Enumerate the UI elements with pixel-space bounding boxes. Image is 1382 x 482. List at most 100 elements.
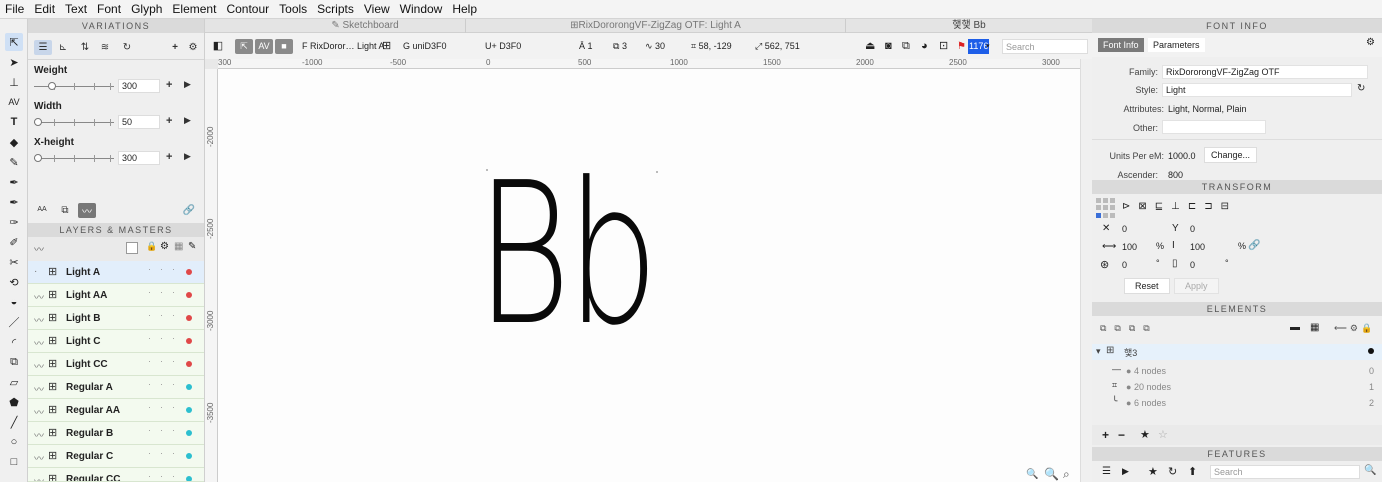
settings-gear-icon[interactable]: ⚙ [1366,37,1375,48]
layer-row[interactable]: 〰 ⊞ Light AA ··· [28,284,204,307]
features-star-icon[interactable]: ★ [1148,465,1158,478]
instance-mode-button[interactable]: AA [32,203,52,217]
layer-color-dot[interactable] [186,292,192,298]
zoom-fit-icon[interactable]: ⌕ [1063,467,1070,482]
sort-icon[interactable]: ⇅ [76,40,94,55]
features-search-input[interactable]: Search [1210,465,1360,479]
kern-mode-icon[interactable]: AV [255,39,273,54]
features-refresh-icon[interactable]: ↻ [1168,465,1177,478]
layers-stack-icon[interactable]: ≋ [96,40,114,55]
menu-contour[interactable]: Contour [221,2,274,16]
layer-color-dot[interactable] [186,338,192,344]
gear-icon[interactable]: ⚙ [160,241,169,252]
overlap-icon[interactable]: ⧉ [902,39,910,54]
layer-color-dot[interactable] [186,269,192,275]
width-slider-knob[interactable] [34,118,42,126]
layer-color-dot[interactable] [186,361,192,367]
element-row[interactable]: — ● 4 nodes 0 [1092,364,1382,380]
weight-slider[interactable] [34,81,114,91]
menu-font[interactable]: Font [92,2,126,16]
layer-color-dot[interactable] [186,315,192,321]
width-add-button[interactable]: + [166,115,172,127]
axes-mode-icon[interactable]: ☰ [34,40,52,55]
rotate-tool-icon[interactable]: ⟲ [5,273,23,291]
menu-help[interactable]: Help [447,2,482,16]
glyph-outline[interactable]: Bb [476,157,659,353]
pen-tool-icon[interactable]: ✒ [5,173,23,191]
weight-add-button[interactable]: + [166,79,172,91]
add-element-icon[interactable]: + [1102,428,1109,442]
weight-value-field[interactable]: 300 [118,79,160,93]
menu-element[interactable]: Element [167,2,221,16]
shape-tool-icon[interactable]: ⧉ [5,353,23,371]
x-height-slider-knob[interactable] [34,154,42,162]
origin-grid[interactable] [1096,198,1116,218]
features-list-icon[interactable]: ☰ [1102,466,1111,477]
change-upm-button[interactable]: Change... [1204,147,1258,163]
layer-row[interactable]: 〰 ⊞ Light CC ··· [28,353,204,376]
y-field[interactable]: 0 [1186,222,1222,236]
font-selector[interactable]: F RixDoror… Light A [302,39,385,54]
menu-glyph[interactable]: Glyph [126,2,167,16]
parallelogram-tool-icon[interactable]: ▱ [5,373,23,391]
menu-text[interactable]: Text [60,2,92,16]
preview-mode-icon[interactable]: ■ [275,39,293,54]
mask-icon[interactable]: ◕ [921,39,928,54]
weight-play-button[interactable]: ▶ [184,79,191,90]
style-refresh-icon[interactable]: ↻ [1357,83,1365,94]
wave-mode-icon[interactable]: 〰 [78,203,96,218]
align-buttons[interactable]: ⊳⊠⊑⊥⊏⊐⊟ [1122,201,1237,212]
scale-width-field[interactable]: 100 [1118,240,1150,254]
pen-icon[interactable]: ✎ [188,241,196,252]
stack-icon[interactable]: ⏏ [865,39,875,54]
element-grid-icon[interactable]: ▦ [1310,322,1319,333]
features-play-icon[interactable]: ▶ [1122,466,1129,477]
element-row[interactable]: ╰ ● 6 nodes 2 [1092,396,1382,412]
brush-tool-icon[interactable]: ✎ [5,153,23,171]
pen-convert-tool-icon[interactable]: ✐ [5,233,23,251]
layer-row[interactable]: 〰 ⊞ Regular CC ··· [28,468,204,482]
width-play-button[interactable]: ▶ [184,115,191,126]
element-ops-icons[interactable]: ⧉⧉⧉⧉ [1100,323,1158,334]
lock-icon[interactable]: 🔒 [146,241,157,252]
flag-icon[interactable]: ⚑ [957,39,966,54]
layer-frame-icon[interactable] [126,242,138,254]
layer-color-dot[interactable] [186,430,192,436]
glyph-canvas[interactable]: Bb 🔍 🔍 ⌕ [218,69,1080,482]
frame-icon[interactable]: ⊡ [939,39,948,54]
ellipse-tool-icon[interactable]: ○ [5,433,23,451]
tab-parameters[interactable]: Parameters [1148,38,1205,52]
rotate-field[interactable]: 0 [1118,258,1150,272]
glyph-name-field[interactable]: G uniD3F0 [403,39,447,54]
width-slider[interactable] [34,117,114,127]
canvas-scrollbar[interactable] [1080,59,1092,482]
eyedropper-tool-icon[interactable]: ╱ [5,413,23,431]
pen-add-tool-icon[interactable]: ✒ [5,193,23,211]
chevron-down-icon[interactable]: ▾ [986,39,990,54]
layer-row[interactable]: · ⊞ Light A ··· [28,261,204,284]
link-proportions-icon[interactable]: 🔗 [1248,240,1260,251]
sidebar-toggle-icon[interactable]: ◧ [211,39,225,54]
menu-view[interactable]: View [359,2,395,16]
menu-tools[interactable]: Tools [274,2,312,16]
layer-color-dot[interactable] [186,407,192,413]
tab-font-window[interactable]: ⊞RixDororongVF-ZigZag OTF: Light A [465,19,845,33]
tab-sketchboard[interactable]: ✎ Sketchboard [265,19,465,33]
contour-select-tool-icon[interactable]: ⇱ [5,33,23,51]
metrics-tool-icon[interactable]: ⊥ [5,73,23,91]
pen-remove-tool-icon[interactable]: ✑ [5,213,23,231]
toolbar-search-input[interactable]: Search [1002,39,1088,54]
add-axis-icon[interactable]: + [166,40,184,55]
settings-icon[interactable]: ⚙ [184,40,202,55]
scale-height-field[interactable]: 100 [1186,240,1222,254]
layer-row[interactable]: 〰 ⊞ Regular A ··· [28,376,204,399]
x-height-slider[interactable] [34,153,114,163]
menu-file[interactable]: File [0,2,29,16]
element-frame-icon[interactable]: ▬ [1290,322,1300,333]
scale-tool-icon[interactable]: ◒ [5,293,23,311]
axis-list-icon[interactable]: ⊾ [54,40,72,55]
menu-window[interactable]: Window [395,2,448,16]
text-tool-icon[interactable]: T [5,113,23,131]
pointer-tool-icon[interactable]: ➤ [5,53,23,71]
eraser-tool-icon[interactable]: ◆ [5,133,23,151]
